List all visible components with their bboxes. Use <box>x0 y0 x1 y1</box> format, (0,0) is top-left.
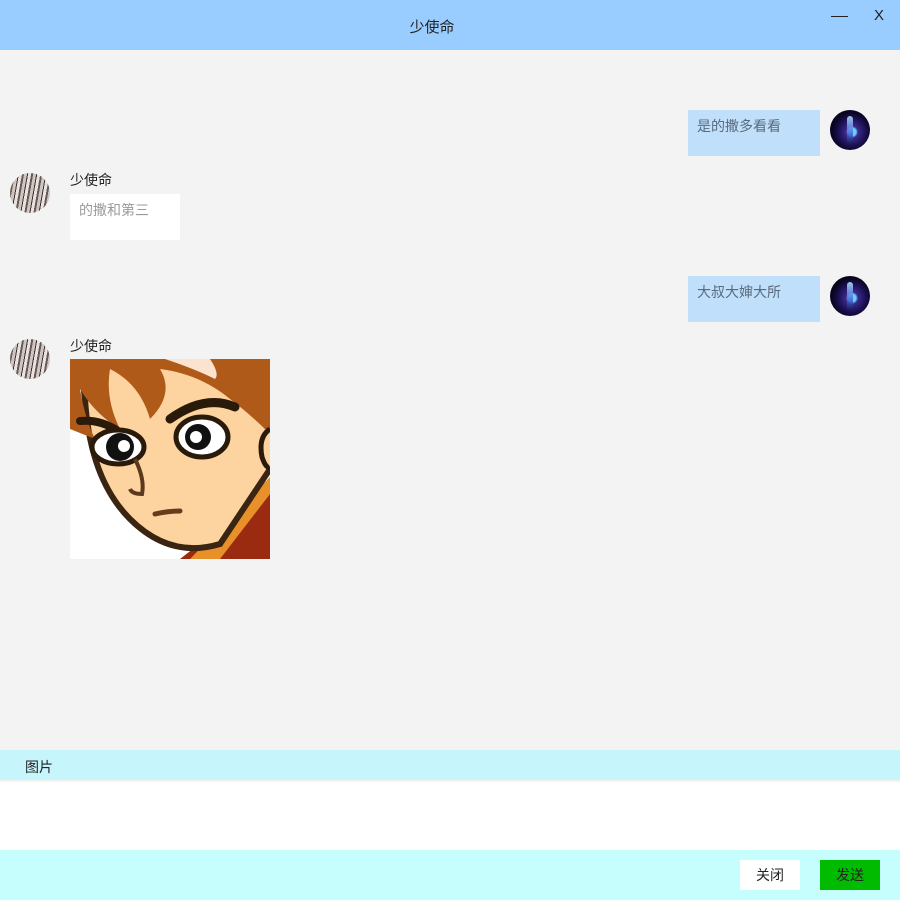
title-bar: 少使命 X <box>0 0 900 50</box>
message-bubble-other: 的撒和第三 <box>70 194 180 240</box>
close-window-button[interactable]: X <box>874 6 884 26</box>
send-button[interactable]: 发送 <box>820 860 880 890</box>
image-message[interactable] <box>70 359 270 559</box>
cartoon-face-image <box>70 359 270 559</box>
message-bubble-self: 是的撒多看看 <box>688 110 820 156</box>
sender-name: 少使命 <box>70 173 112 189</box>
message-input[interactable] <box>0 782 900 850</box>
my-avatar[interactable] <box>830 110 870 150</box>
minimize-button[interactable] <box>830 6 850 26</box>
image-tool-button[interactable]: 图片 <box>25 757 53 777</box>
contact-avatar[interactable] <box>10 173 50 213</box>
my-avatar[interactable] <box>830 276 870 316</box>
input-toolbar: 图片 <box>0 750 900 780</box>
sender-name: 少使命 <box>70 339 112 355</box>
footer-bar: 关闭 发送 <box>0 850 900 900</box>
message-list[interactable]: 是的撒多看看 少使命 的撒和第三 大叔大婶大所 少使命 <box>0 50 900 750</box>
window-title: 少使命 <box>409 18 455 36</box>
message-bubble-self: 大叔大婶大所 <box>688 276 820 322</box>
contact-avatar[interactable] <box>10 339 50 379</box>
close-button[interactable]: 关闭 <box>740 860 800 890</box>
